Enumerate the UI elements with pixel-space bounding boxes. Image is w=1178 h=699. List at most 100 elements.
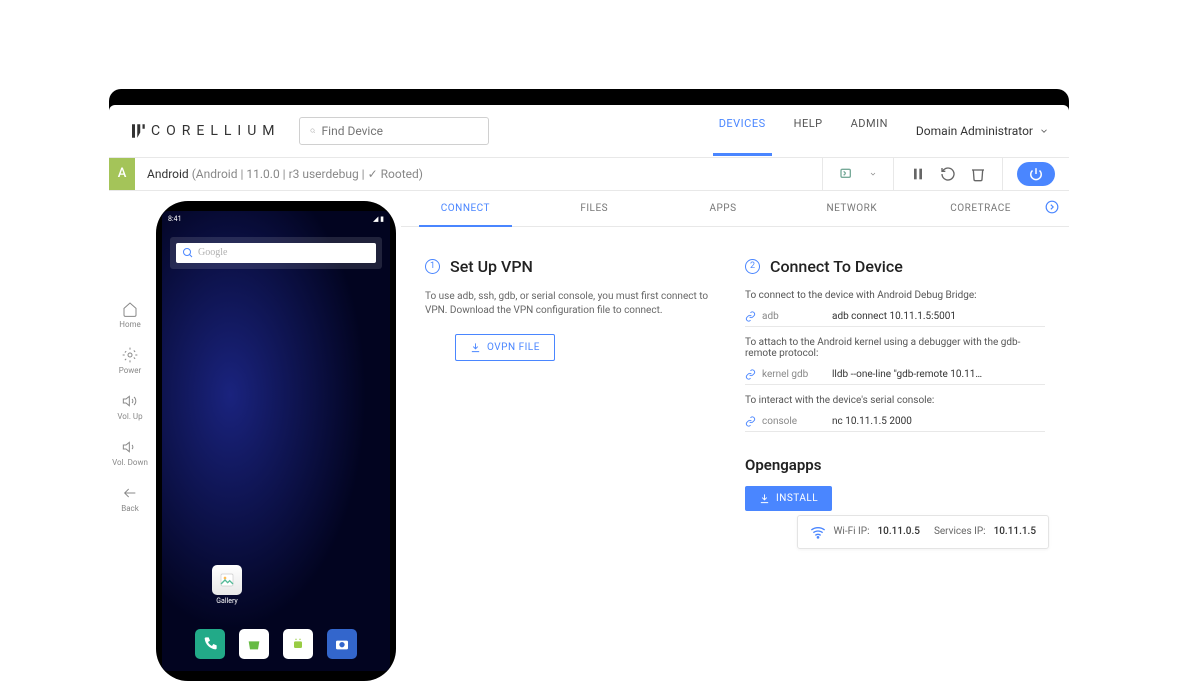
dock-camera-icon [334, 636, 350, 652]
restart-icon[interactable] [940, 166, 956, 182]
nav-admin[interactable]: ADMIN [851, 117, 888, 144]
logo-icon [129, 122, 147, 140]
adb-command-row: adb adb connect 10.11.1.5:5001 [745, 307, 1045, 327]
volume-down-label: Vol. Down [112, 458, 148, 467]
tab-apps[interactable]: APPS [659, 191, 788, 226]
back-arrow-icon [122, 485, 138, 501]
device-title: Android (Android | 11.0.0 | r3 userdebug… [147, 167, 423, 181]
connect-title: Connect To Device [770, 257, 903, 276]
search-icon [310, 124, 316, 138]
install-opengapps-button[interactable]: INSTALL [745, 486, 832, 511]
phone-search-widget[interactable]: Google [170, 237, 382, 269]
copy-link-icon[interactable] [745, 311, 756, 322]
volume-up-button[interactable]: Vol. Up [117, 393, 142, 421]
phone-frame: 8:41 ◢ ▮ Google Gallery [156, 201, 396, 681]
pause-icon[interactable] [910, 166, 926, 182]
chevron-down-icon [1039, 126, 1049, 136]
phone-time: 8:41 [168, 215, 182, 223]
home-label: Home [119, 320, 141, 329]
download-icon [759, 493, 770, 504]
user-name: Domain Administrator [916, 124, 1033, 138]
right-panel: CONNECT FILES APPS NETWORK CORETRACE 1 S… [401, 191, 1069, 611]
services-ip-value: 10.11.1.5 [994, 526, 1036, 537]
search-device-box[interactable] [299, 117, 489, 145]
device-name: Android [147, 167, 189, 181]
connect-panel-content: 1 Set Up VPN To use adb, ssh, gdb, or se… [401, 227, 1069, 561]
panel-tabs: CONNECT FILES APPS NETWORK CORETRACE [401, 191, 1069, 227]
power-control-button[interactable]: Power [119, 347, 142, 375]
user-menu[interactable]: Domain Administrator [916, 124, 1049, 138]
tab-connect[interactable]: CONNECT [401, 191, 530, 226]
device-actions [822, 158, 1069, 190]
search-input[interactable] [322, 124, 478, 138]
vpn-section: 1 Set Up VPN To use adb, ssh, gdb, or se… [425, 257, 725, 511]
dock-store-app[interactable] [239, 629, 269, 659]
connect-section: 2 Connect To Device To connect to the de… [745, 257, 1045, 511]
tab-network[interactable]: NETWORK [787, 191, 916, 226]
dock-android-app[interactable] [283, 629, 313, 659]
volume-down-button[interactable]: Vol. Down [112, 439, 148, 467]
adb-label: adb [762, 311, 826, 322]
main-body: Home Power Vol. Up Vol. Down Back 8:41 ◢… [109, 191, 1069, 611]
dock-camera-app[interactable] [327, 629, 357, 659]
back-label: Back [121, 504, 139, 513]
copy-link-icon[interactable] [745, 369, 756, 380]
settings-icon [122, 347, 138, 363]
dock-phone-app[interactable] [195, 629, 225, 659]
tab-files[interactable]: FILES [530, 191, 659, 226]
dock-store-icon [246, 636, 262, 652]
phone-screen[interactable]: 8:41 ◢ ▮ Google Gallery [162, 211, 390, 671]
adb-description: To connect to the device with Android De… [745, 290, 1045, 301]
opengapps-title: Opengapps [745, 456, 1045, 474]
power-icon [1029, 167, 1043, 181]
chevron-right-circle-icon [1045, 200, 1059, 214]
tab-coretrace[interactable]: CORETRACE [916, 191, 1045, 226]
gdb-label: kernel gdb [762, 369, 826, 380]
snapshot-icon[interactable] [839, 166, 855, 182]
wifi-icon [810, 524, 826, 540]
power-button[interactable] [1017, 162, 1055, 186]
gallery-icon [219, 572, 235, 588]
home-button[interactable]: Home [119, 301, 141, 329]
phone-status-icons: ◢ ▮ [373, 215, 384, 223]
dock-android-icon [290, 636, 306, 652]
device-meta: (Android | 11.0.0 | r3 userdebug | ✓ Roo… [192, 167, 423, 181]
device-controls-sidebar: Home Power Vol. Up Vol. Down Back [109, 191, 151, 611]
console-label: console [762, 416, 826, 427]
phone-preview-wrap: 8:41 ◢ ▮ Google Gallery [151, 191, 401, 611]
gallery-label: Gallery [212, 597, 242, 605]
adb-command[interactable]: adb connect 10.11.1.5:5001 [832, 311, 1045, 322]
device-badge: A [109, 158, 135, 190]
delete-icon[interactable] [970, 166, 986, 182]
console-command[interactable]: nc 10.11.1.5 2000 [832, 416, 1045, 427]
install-button-label: INSTALL [776, 493, 818, 504]
nav-devices[interactable]: DEVICES [719, 117, 766, 144]
copy-link-icon[interactable] [745, 416, 756, 427]
device-subheader: A Android (Android | 11.0.0 | r3 userdeb… [109, 158, 1069, 191]
back-button[interactable]: Back [121, 485, 139, 513]
step-2-badge: 2 [745, 259, 760, 274]
phone-search-placeholder: Google [198, 247, 227, 258]
gdb-command[interactable]: lldb --one-line "gdb-remote 10.11… [832, 369, 1045, 380]
phone-gallery-app[interactable]: Gallery [212, 565, 242, 605]
snapshot-chevron-icon[interactable] [869, 170, 877, 178]
app-header: CORELLIUM DEVICES HELP ADMIN Domain Admi… [109, 105, 1069, 158]
google-search-icon [182, 247, 194, 259]
tab-more[interactable] [1045, 199, 1069, 218]
power-label: Power [119, 366, 142, 375]
gdb-command-row: kernel gdb lldb --one-line "gdb-remote 1… [745, 365, 1045, 385]
download-icon [470, 342, 481, 353]
volume-up-label: Vol. Up [117, 412, 142, 421]
volume-down-icon [122, 439, 138, 455]
gdb-description: To attach to the Android kernel using a … [745, 337, 1045, 359]
primary-nav: DEVICES HELP ADMIN [719, 117, 888, 144]
nav-help[interactable]: HELP [794, 117, 823, 144]
phone-status-bar: 8:41 ◢ ▮ [162, 211, 390, 227]
logo: CORELLIUM [129, 122, 281, 140]
vpn-title: Set Up VPN [450, 257, 533, 276]
ip-info-box: Wi-Fi IP: 10.11.0.5 Services IP: 10.11.1… [797, 515, 1049, 549]
ovpn-button-label: OVPN FILE [487, 342, 540, 353]
phone-dock [162, 629, 390, 659]
wifi-ip-value: 10.11.0.5 [878, 526, 920, 537]
ovpn-download-button[interactable]: OVPN FILE [455, 334, 555, 361]
